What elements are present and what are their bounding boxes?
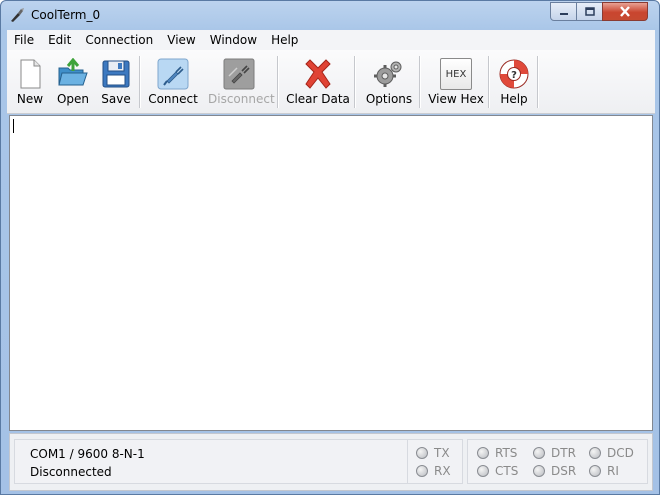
rx-led-icon xyxy=(416,465,428,477)
help-button[interactable]: ? Help xyxy=(494,56,534,112)
port-settings-text: COM1 / 9600 8-N-1 xyxy=(30,447,145,461)
dsr-led-icon xyxy=(533,465,545,477)
toolbar-separator xyxy=(537,56,539,108)
open-folder-icon xyxy=(58,58,88,86)
new-button[interactable]: New xyxy=(10,56,50,112)
open-button[interactable]: Open xyxy=(52,56,94,112)
dsr-label: DSR xyxy=(551,464,577,478)
rts-indicator: RTS xyxy=(477,446,517,460)
minimize-icon xyxy=(559,12,568,15)
options-button[interactable]: Options xyxy=(361,56,417,112)
connector-plug-icon xyxy=(157,58,189,90)
dcd-led-icon xyxy=(589,447,601,459)
connection-state-text: Disconnected xyxy=(30,465,112,479)
rts-label: RTS xyxy=(495,446,518,460)
toolbar-separator xyxy=(419,56,421,108)
menu-edit[interactable]: Edit xyxy=(41,30,78,50)
connect-button[interactable]: Connect xyxy=(145,56,201,112)
menu-connection[interactable]: Connection xyxy=(78,30,160,50)
rx-label: RX xyxy=(434,464,451,478)
gears-icon xyxy=(374,61,402,87)
terminal-output[interactable] xyxy=(9,115,653,431)
lifebuoy-icon: ? xyxy=(499,59,529,89)
window-title: CoolTerm_0 xyxy=(31,8,101,22)
close-button[interactable] xyxy=(602,2,648,21)
tx-led-icon xyxy=(416,447,428,459)
disconnect-button[interactable]: Disconnect xyxy=(208,56,275,112)
menu-help[interactable]: Help xyxy=(264,30,305,50)
disconnect-label: Disconnect xyxy=(208,92,275,106)
line-indicators: RTS CTS DTR DSR DCD RI xyxy=(467,439,648,484)
connection-status-panel: COM1 / 9600 8-N-1 Disconnected xyxy=(14,439,408,484)
text-cursor xyxy=(13,119,14,133)
save-label: Save xyxy=(101,92,131,106)
status-bar: COM1 / 9600 8-N-1 Disconnected TX RX RTS… xyxy=(9,433,653,491)
dtr-led-icon xyxy=(533,447,545,459)
ri-led-icon xyxy=(589,465,601,477)
toolbar-separator xyxy=(277,56,279,108)
new-label: New xyxy=(16,92,44,106)
app-window: CoolTerm_0 File Edit Connection View Win… xyxy=(0,0,660,495)
title-bar[interactable]: CoolTerm_0 xyxy=(1,1,659,30)
dtr-label: DTR xyxy=(551,446,576,460)
red-x-icon xyxy=(305,59,331,89)
ri-label: RI xyxy=(607,464,619,478)
cts-indicator: CTS xyxy=(477,464,518,478)
tx-indicator: TX xyxy=(416,446,450,460)
cts-led-icon xyxy=(477,465,489,477)
rts-led-icon xyxy=(477,447,489,459)
dsr-indicator: DSR xyxy=(533,464,576,478)
view-hex-label: View Hex xyxy=(428,92,484,106)
menu-view[interactable]: View xyxy=(160,30,202,50)
tx-label: TX xyxy=(434,446,450,460)
menu-file[interactable]: File xyxy=(7,30,41,50)
toolbar-separator xyxy=(139,56,141,108)
connect-label: Connect xyxy=(148,92,198,106)
menu-window[interactable]: Window xyxy=(203,30,264,50)
floppy-disk-icon xyxy=(102,60,130,88)
dcd-indicator: DCD xyxy=(589,446,634,460)
ri-indicator: RI xyxy=(589,464,619,478)
menu-bar: File Edit Connection View Window Help xyxy=(7,30,655,50)
hex-icon-text: HEX xyxy=(445,68,467,80)
toolbar-separator xyxy=(488,56,490,108)
txrx-indicators: TX RX xyxy=(407,439,463,484)
app-icon xyxy=(11,8,24,22)
toolbar: New Open Save Connect Disconnect Clear D… xyxy=(7,50,655,114)
view-hex-button[interactable]: HEX View Hex xyxy=(426,56,486,112)
maximize-icon xyxy=(584,7,595,16)
dcd-label: DCD xyxy=(607,446,634,460)
cts-label: CTS xyxy=(495,464,519,478)
open-label: Open xyxy=(56,92,90,106)
hex-icon: HEX xyxy=(440,58,472,90)
save-button[interactable]: Save xyxy=(96,56,136,112)
toolbar-separator xyxy=(354,56,356,108)
disconnect-plug-icon xyxy=(223,58,255,90)
dtr-indicator: DTR xyxy=(533,446,576,460)
maximize-button[interactable] xyxy=(576,2,603,21)
svg-text:?: ? xyxy=(511,70,517,81)
rx-indicator: RX xyxy=(416,464,451,478)
clear-data-label: Clear Data xyxy=(286,92,350,106)
help-label: Help xyxy=(500,92,528,106)
options-label: Options xyxy=(365,92,413,106)
clear-data-button[interactable]: Clear Data xyxy=(285,56,351,112)
minimize-button[interactable] xyxy=(550,2,577,21)
close-icon xyxy=(620,6,630,17)
new-document-icon xyxy=(20,59,41,89)
